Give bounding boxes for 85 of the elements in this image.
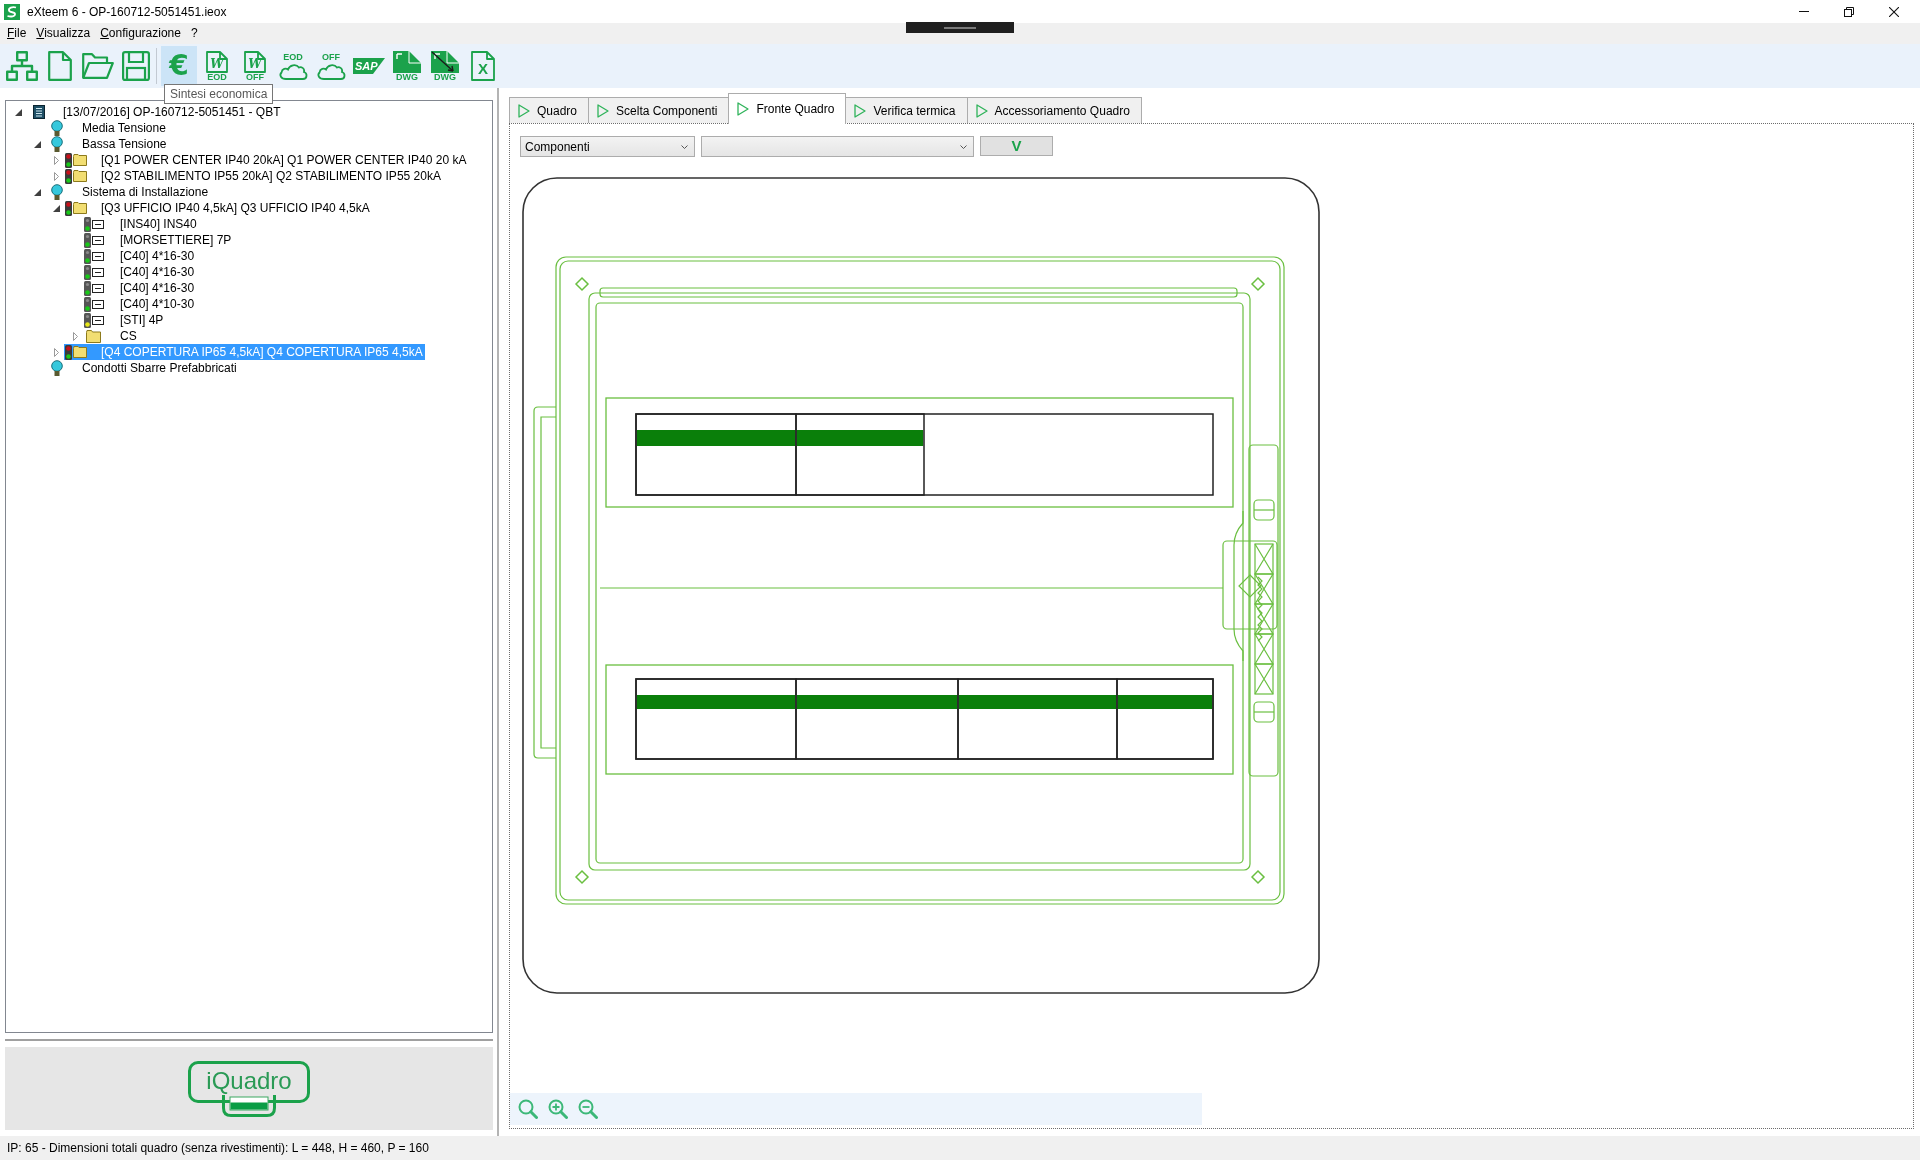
logo-bar-icon — [222, 1094, 276, 1117]
tree-item[interactable]: Sistema di Installazione — [45, 184, 211, 200]
folder-icon — [73, 154, 87, 166]
zoom-out-icon[interactable] — [578, 1099, 598, 1119]
tag-icon — [353, 58, 385, 74]
tooltip: Sintesi economica — [164, 84, 274, 104]
play-icon — [597, 103, 610, 118]
triangle-icon[interactable] — [34, 140, 41, 148]
triangle-icon[interactable] — [15, 108, 22, 116]
module-box-icon — [92, 251, 104, 261]
module-box-icon — [92, 267, 104, 277]
fixing-point-icon — [1250, 276, 1266, 292]
play-icon — [854, 103, 867, 118]
tree-item[interactable]: [INS40] INS40 — [83, 216, 199, 232]
tab[interactable]: Fronte Quadro — [728, 93, 847, 124]
category-dropdown[interactable]: Componenti — [520, 136, 695, 157]
lightbulb-icon — [51, 136, 63, 152]
folder-icon — [73, 202, 87, 214]
tree-item[interactable]: [C40] 4*16-30 — [83, 248, 197, 264]
tab[interactable]: Accessoriamento Quadro — [966, 97, 1142, 123]
save-icon — [122, 51, 150, 81]
tree-item[interactable]: Bassa Tensione — [45, 136, 169, 152]
module-box-icon — [92, 299, 104, 309]
drawing-file-icon — [431, 50, 459, 73]
triangle-icon[interactable] — [34, 188, 41, 196]
traffic-light-icon — [65, 200, 72, 216]
magnifier-icon[interactable] — [518, 1099, 538, 1119]
new-document-icon — [48, 51, 72, 81]
module-box-icon — [92, 283, 104, 293]
tree-item[interactable]: [Q2 STABILIMENTO IP55 20kA] Q2 STABILIMENTO IP55 20kA — [64, 168, 443, 184]
tree-item[interactable]: [Q1 POWER CENTER IP40 20kA] Q1 POWER CENTER IP40 20 kA — [64, 152, 469, 168]
tree-item[interactable]: [C40] 4*16-30 — [83, 264, 197, 280]
module-box-icon — [92, 219, 104, 229]
lightbulb-icon — [51, 184, 63, 200]
tree-item[interactable]: [MORSETTIERE] 7P — [83, 232, 234, 248]
tree-item[interactable]: [C40] 4*16-30 — [83, 280, 197, 296]
tree-item[interactable]: CS — [83, 328, 139, 344]
app-logo-icon — [4, 3, 20, 20]
triangle-icon[interactable] — [53, 204, 60, 212]
fixing-point-icon — [574, 869, 590, 885]
traffic-light-icon — [65, 344, 72, 360]
tree-item[interactable]: Media Tensione — [45, 120, 168, 136]
menu-item[interactable]: Visualizza — [31, 23, 96, 44]
module-box-icon — [92, 315, 104, 325]
tab[interactable]: Quadro — [509, 97, 590, 123]
tab[interactable]: Scelta Componenti — [588, 97, 730, 123]
restore-icon — [1843, 6, 1854, 17]
tree-item[interactable]: [13/07/2016] OP-160712-5051451 - QBT — [26, 104, 283, 120]
drawing-file-icon — [393, 50, 421, 73]
lightbulb-icon — [51, 120, 63, 136]
minimize-icon — [1798, 11, 1809, 12]
chevron-down-icon — [960, 144, 967, 149]
database-icon — [33, 105, 45, 119]
tree-item[interactable]: Condotti Sbarre Prefabbricati — [45, 360, 239, 376]
document-icon — [471, 51, 495, 81]
play-icon — [975, 103, 988, 118]
tree-item[interactable]: [C40] 4*10-30 — [83, 296, 197, 312]
menu-item[interactable]: Configurazione — [95, 23, 186, 44]
window-title: eXteem 6 - OP-160712-5051451.ieox — [27, 3, 227, 21]
fixing-point-icon — [574, 276, 590, 292]
tab[interactable]: Verifica termica — [845, 97, 968, 123]
lightbulb-icon — [51, 360, 63, 376]
zoom-in-icon[interactable] — [548, 1099, 568, 1119]
play-icon — [518, 103, 530, 118]
tree-item[interactable]: [STI] 4P — [83, 312, 166, 328]
filter-dropdown[interactable] — [701, 136, 974, 157]
folder-icon — [86, 329, 101, 343]
module-box-icon — [92, 235, 104, 245]
fixing-point-icon — [1250, 869, 1266, 885]
menu-item[interactable]: File — [2, 23, 32, 44]
cloud-icon — [278, 61, 308, 80]
drag-handle[interactable] — [906, 22, 1014, 33]
tree-item[interactable]: [Q3 UFFICIO IP40 4,5kA] Q3 UFFICIO IP40 4,5kA — [64, 200, 372, 216]
chevron-down-icon — [681, 144, 688, 149]
document-icon — [244, 50, 266, 73]
play-icon — [737, 102, 750, 116]
cloud-icon — [316, 61, 346, 80]
folder-icon — [73, 170, 87, 182]
folder-icon — [73, 346, 87, 358]
close-icon — [1888, 6, 1899, 17]
document-icon — [206, 50, 228, 73]
open-folder-icon — [82, 53, 114, 79]
hierarchy-icon — [6, 51, 38, 81]
status-text: IP: 65 - Dimensioni totali quadro (senza rivestimenti): L = 448, H = 460, P = 160 — [0, 1136, 1920, 1160]
menu-item[interactable]: ? — [185, 23, 203, 44]
